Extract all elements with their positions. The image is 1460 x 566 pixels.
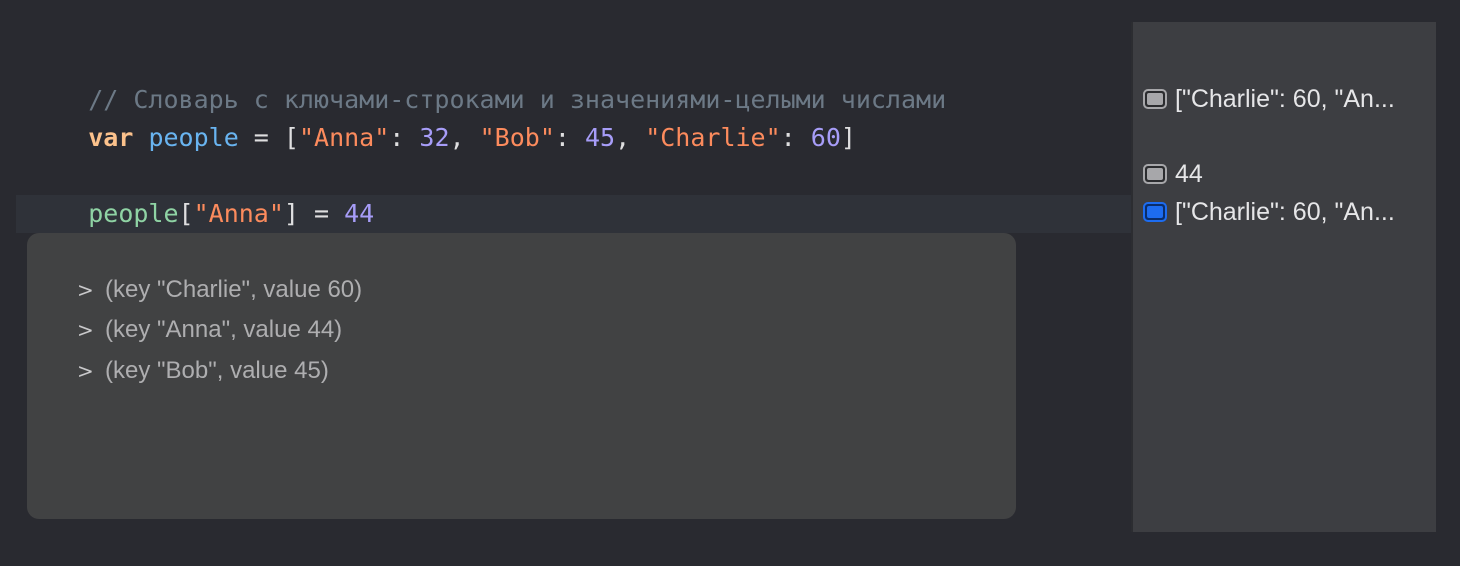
tree-row-label: (key "Anna", value 44) [105, 316, 343, 343]
colon: : [389, 123, 420, 152]
result-value: ["Charlie": 60, "An... [1175, 197, 1395, 226]
keyword-var: var [88, 123, 134, 152]
result-value: ["Charlie": 60, "An... [1175, 84, 1395, 113]
assignment-operator: = [ [238, 123, 299, 152]
chevron-right-icon[interactable]: > [77, 314, 99, 346]
code-line-4[interactable]: people["Anna"] = 44 [28, 157, 374, 228]
result-value: 44 [1175, 159, 1203, 188]
quick-look-icon[interactable] [1143, 164, 1167, 184]
number-literal: 60 [810, 123, 841, 152]
results-sidebar: ["Charlie": 60, "An... 44 ["Charlie": 60… [1131, 22, 1436, 532]
result-row[interactable]: 44 [1143, 157, 1433, 191]
tree-row[interactable]: > (key "Charlie", value 60) [77, 274, 362, 306]
colon: : [780, 123, 811, 152]
tree-row-label: (key "Bob", value 45) [105, 357, 329, 384]
assignment-operator: ] = [283, 199, 345, 228]
tree-row-label: (key "Charlie", value 60) [105, 276, 363, 303]
quick-look-icon[interactable] [1143, 89, 1167, 109]
string-literal: "Bob" [479, 123, 555, 152]
chevron-right-icon[interactable]: > [77, 274, 99, 306]
code-editor[interactable]: // Словарь с ключами-строками и значения… [0, 0, 1131, 566]
number-literal: 32 [419, 123, 450, 152]
string-literal: "Anna" [298, 123, 390, 152]
opening-bracket: [ [178, 199, 194, 228]
colon: : [554, 123, 585, 152]
string-literal: "Anna" [193, 199, 284, 228]
number-literal: 44 [344, 199, 375, 228]
variable-declaration: people [148, 123, 239, 152]
code-line-5[interactable]: people [28, 195, 178, 266]
tree-row[interactable]: > (key "Anna", value 44) [77, 314, 342, 346]
string-literal: "Charlie" [645, 123, 781, 152]
quick-look-popover: > (key "Charlie", value 60) > (key "Anna… [27, 233, 1016, 519]
code-line-1[interactable]: // Словарь с ключами-строками и значения… [28, 43, 946, 114]
closing-bracket: ] [840, 123, 856, 152]
quick-look-icon[interactable] [1143, 202, 1167, 222]
code-line-2[interactable]: var people = ["Anna": 32, "Bob": 45, "Ch… [28, 81, 856, 152]
separator: , [615, 123, 646, 152]
tree-row[interactable]: > (key "Bob", value 45) [77, 355, 329, 387]
result-row[interactable]: ["Charlie": 60, "An... [1143, 82, 1433, 116]
result-row[interactable]: ["Charlie": 60, "An... [1143, 195, 1433, 229]
chevron-right-icon[interactable]: > [77, 355, 99, 387]
separator: , [449, 123, 480, 152]
number-literal: 45 [584, 123, 616, 152]
